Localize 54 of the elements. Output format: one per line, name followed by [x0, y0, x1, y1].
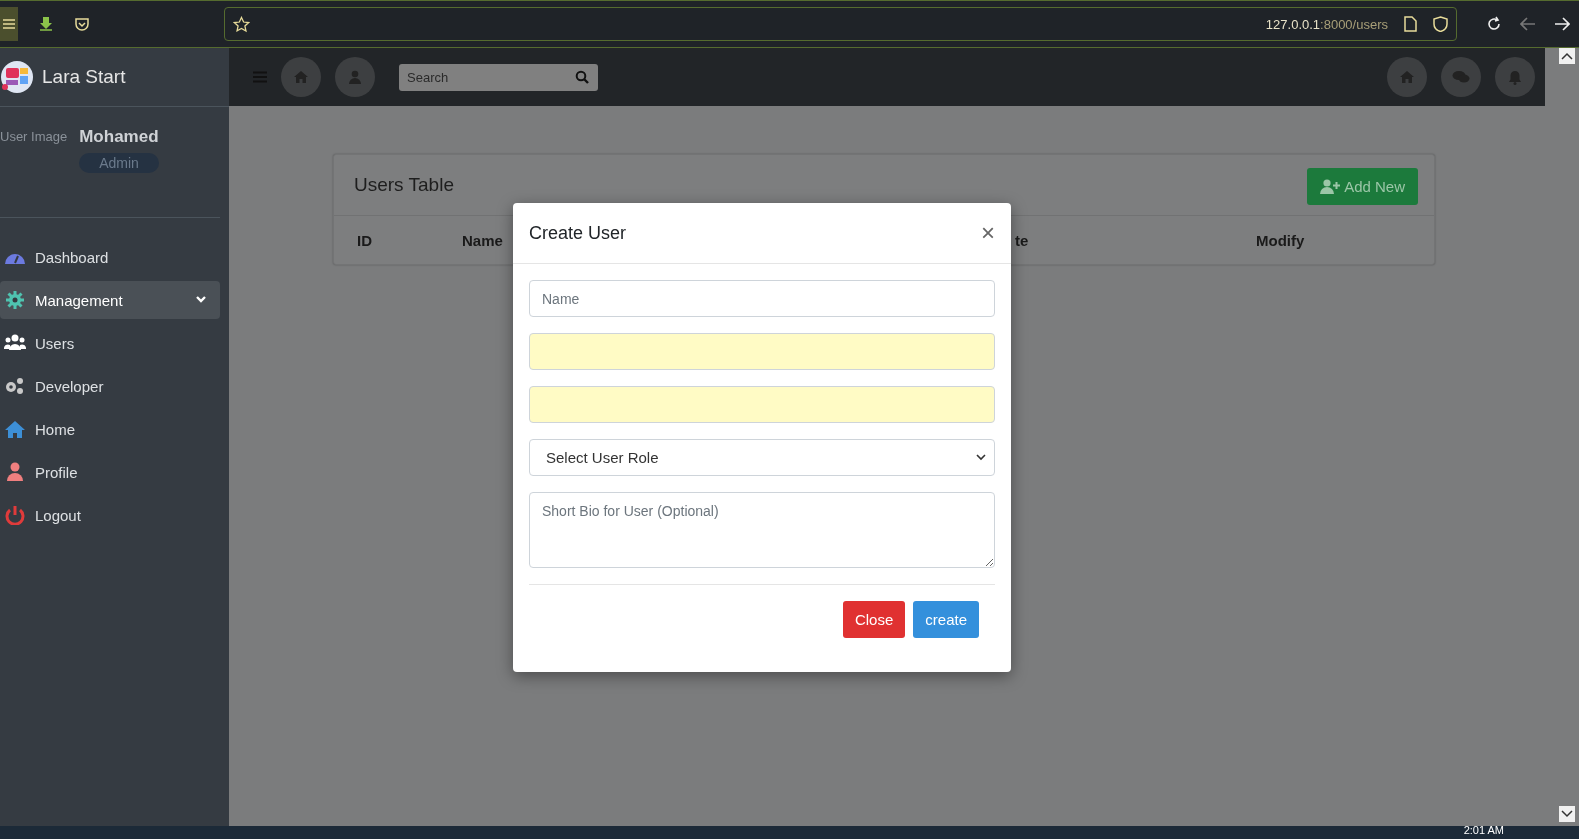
home-icon [293, 70, 309, 84]
add-user-icon [1320, 178, 1341, 194]
chevron-down-icon [976, 454, 986, 461]
pocket-icon[interactable] [74, 16, 90, 32]
home-icon [1399, 70, 1415, 84]
menu-icon[interactable] [0, 7, 18, 41]
user-icon [348, 70, 362, 84]
gear-icon [4, 290, 26, 310]
search-icon[interactable] [575, 69, 589, 84]
chat-bubbles-icon [1452, 70, 1470, 84]
role-badge: Admin [79, 153, 159, 173]
input-field[interactable] [529, 333, 995, 370]
power-icon [4, 505, 26, 525]
person-icon [4, 462, 26, 482]
star-icon[interactable] [233, 15, 250, 33]
user-image-alt-text: User Image [0, 129, 68, 146]
address-bar[interactable]: 127.0.0.1:8000/users [224, 7, 1457, 41]
close-button[interactable]: × [981, 221, 995, 245]
bio-textarea[interactable]: Short Bio for User (Optional) [529, 492, 995, 568]
sidebar-item[interactable]: Profile [0, 453, 220, 491]
sidebar-item[interactable]: Logout [0, 496, 220, 534]
search-field[interactable]: Search [399, 63, 598, 91]
column-header: Modify [1256, 231, 1305, 249]
user-name[interactable]: Mohamed [79, 127, 159, 147]
role-select[interactable]: Select User Role [529, 439, 995, 476]
home-icon [4, 419, 26, 439]
users-icon [4, 333, 26, 353]
column-header: Name [462, 231, 503, 249]
chevron-down-icon [196, 296, 206, 304]
close-button[interactable]: Close [842, 601, 906, 638]
page-icon[interactable] [1404, 16, 1417, 32]
back-arrow-icon[interactable] [1520, 17, 1536, 31]
url-text: 127.0.0.1:8000/users [1265, 16, 1388, 32]
reload-icon[interactable] [1486, 16, 1502, 32]
sidebar-item[interactable]: Developer [0, 367, 220, 405]
scroll-up-icon[interactable] [1559, 48, 1575, 64]
bell-icon [1508, 69, 1522, 85]
forward-arrow-icon[interactable] [1554, 17, 1570, 31]
clock-text: 2:01 AM [1463, 824, 1504, 837]
sidebar-item[interactable]: Dashboard [0, 238, 220, 276]
dialog-title: Create User [529, 222, 627, 244]
download-arrow-icon[interactable] [38, 16, 54, 32]
card-title: Users Table [354, 174, 454, 196]
sidebar-item[interactable]: Home [0, 410, 220, 448]
sidebar-item[interactable]: Users [0, 324, 220, 362]
sidebar-item[interactable]: Management [0, 281, 220, 319]
scroll-down-icon[interactable] [1559, 806, 1575, 822]
logo-icon[interactable] [0, 60, 34, 94]
column-header: te [1015, 231, 1029, 249]
input-field[interactable]: Name [529, 280, 995, 317]
input-field[interactable] [529, 386, 995, 423]
shield-icon[interactable] [1433, 16, 1448, 32]
column-header: ID [357, 231, 372, 249]
brand-name[interactable]: Lara Start [42, 66, 126, 88]
